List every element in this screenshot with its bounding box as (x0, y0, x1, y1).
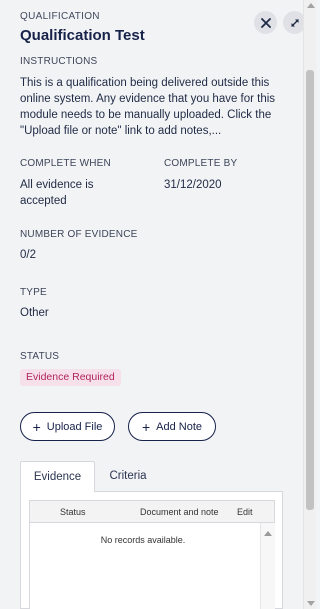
type-value: Other (20, 307, 49, 319)
status-label: STATUS (20, 351, 60, 362)
qualification-panel: QUALIFICATION Qualification Test INSTRUC… (0, 0, 303, 609)
complete-by-value: 31/12/2020 (164, 179, 222, 191)
grid-scrollbar[interactable] (260, 523, 275, 609)
tab-evidence[interactable]: Evidence (20, 461, 95, 493)
close-icon (260, 17, 271, 28)
panel-scrollbar[interactable] (303, 0, 316, 609)
grid-header: Status Document and note Edit (30, 501, 274, 523)
add-note-button[interactable]: + Add Note (128, 412, 216, 441)
upload-file-label: Upload File (46, 420, 103, 433)
scroll-thumb[interactable] (306, 70, 314, 510)
status-badge: Evidence Required (20, 369, 121, 386)
tab-criteria[interactable]: Criteria (96, 461, 160, 493)
panel-title: Qualification Test (20, 27, 145, 44)
panel-eyebrow: QUALIFICATION (20, 11, 100, 22)
complete-when-value: All evidence is accepted (20, 179, 94, 207)
column-header-document[interactable]: Document and note (140, 501, 219, 523)
evidence-grid: Status Document and note Edit No records… (29, 500, 275, 609)
add-note-label: Add Note (156, 420, 203, 433)
evidence-count-label: NUMBER OF EVIDENCE (20, 229, 138, 240)
plus-icon: + (141, 418, 151, 435)
column-header-status[interactable]: Status (60, 501, 86, 523)
column-header-edit[interactable]: Edit (237, 501, 253, 523)
tab-content: Status Document and note Edit No records… (20, 492, 283, 609)
evidence-count-value: 0/2 (20, 249, 36, 261)
scroll-up-icon[interactable] (264, 531, 272, 536)
complete-when-label: COMPLETE WHEN (20, 158, 111, 169)
tab-bar: Evidence Criteria (20, 461, 283, 493)
instructions-text: This is a qualification being delivered … (20, 77, 276, 137)
plus-icon: + (32, 418, 41, 435)
scroll-up-icon[interactable] (307, 3, 315, 8)
empty-message: No records available. (100, 535, 186, 545)
upload-file-button[interactable]: + Upload File (20, 412, 115, 441)
expand-icon (290, 18, 299, 27)
close-button[interactable] (254, 11, 277, 34)
scroll-down-icon[interactable] (307, 601, 315, 606)
type-label: TYPE (20, 287, 47, 298)
complete-by-label: COMPLETE BY (164, 158, 238, 169)
instructions-label: INSTRUCTIONS (20, 56, 98, 67)
expand-button[interactable] (283, 11, 303, 34)
